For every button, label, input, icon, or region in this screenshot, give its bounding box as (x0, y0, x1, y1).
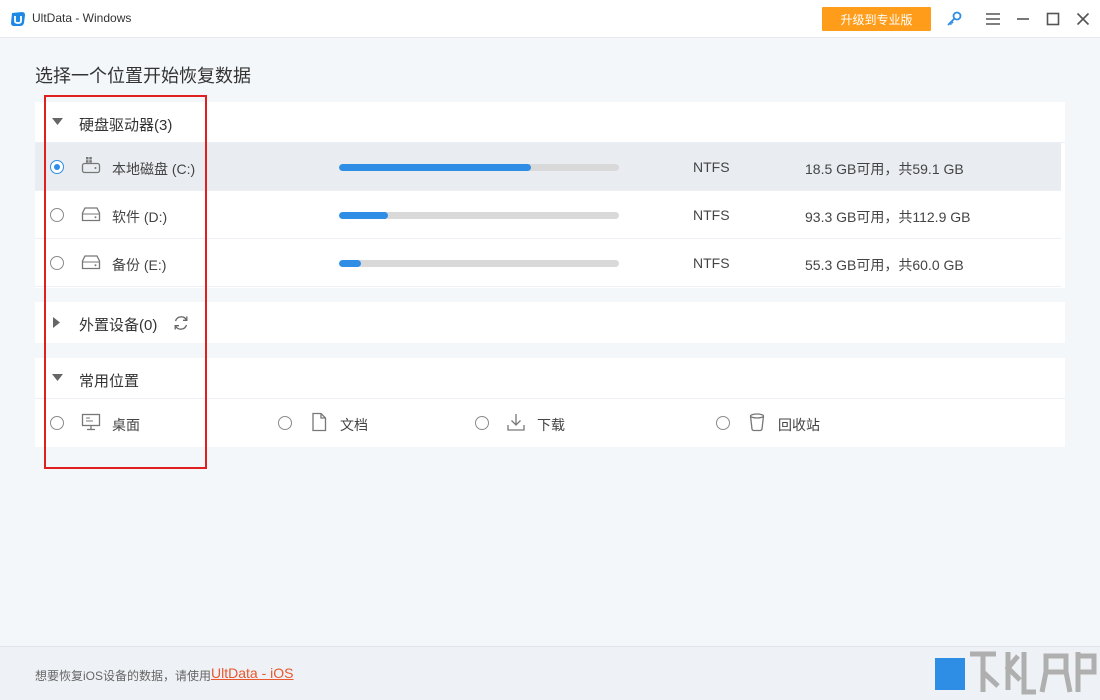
drive-filesystem: NTFS (693, 159, 730, 175)
upgrade-button[interactable]: 升级到专业版 (822, 7, 931, 31)
windows-drive-icon (81, 157, 101, 174)
location-radio[interactable] (50, 416, 64, 430)
footer-text: 想要恢复iOS设备的数据，请使用 (35, 669, 212, 683)
key-icon[interactable] (944, 9, 964, 29)
common-section-header[interactable]: 常用位置 (35, 358, 1065, 399)
location-label: 桌面 (112, 417, 140, 433)
location-label: 文档 (340, 417, 368, 433)
drive-space: 18.5 GB可用，共59.1 GB (805, 161, 964, 177)
location-label: 回收站 (778, 417, 820, 433)
external-header-label: 外置设备(0) (79, 317, 158, 334)
drive-space: 93.3 GB可用，共112.9 GB (805, 209, 971, 225)
title-bar: UltData - Windows 升级到专业版 (0, 0, 1100, 38)
ultdata-logo-icon (11, 12, 25, 26)
document-icon (312, 412, 327, 432)
drive-usage-fill (339, 164, 532, 171)
external-section-header[interactable]: 外置设备(0) (35, 302, 1065, 343)
download-icon (507, 414, 525, 431)
app-title: UltData - Windows (32, 11, 132, 25)
monitor-icon (81, 413, 101, 431)
drive-usage-fill (339, 260, 361, 267)
expand-triangle-icon[interactable] (53, 317, 61, 328)
drive-filesystem: NTFS (693, 207, 730, 223)
drive-row-c[interactable]: 本地磁盘 (C:) NTFS 18.5 GB可用，共59.1 GB (35, 143, 1061, 191)
drive-usage-bar (339, 212, 619, 219)
common-header-label: 常用位置 (79, 373, 140, 390)
drive-filesystem: NTFS (693, 255, 730, 271)
scan-button[interactable] (935, 658, 965, 690)
collapse-triangle-icon[interactable] (52, 118, 63, 126)
drives-section-header[interactable]: 硬盘驱动器(3) (35, 102, 1065, 143)
footer: 想要恢复iOS设备的数据，请使用 UltData - iOS (0, 646, 1100, 700)
drive-space: 55.3 GB可用，共60.0 GB (805, 257, 964, 273)
close-icon[interactable] (1073, 9, 1093, 29)
location-label: 下载 (537, 417, 565, 433)
common-locations-section: 常用位置 桌面 文档 下载 回收站 (35, 358, 1065, 447)
drive-icon (81, 255, 101, 270)
location-radio[interactable] (278, 416, 292, 430)
drive-radio[interactable] (50, 256, 64, 270)
ultdata-ios-link[interactable]: UltData - iOS (211, 665, 293, 681)
drive-usage-fill (339, 212, 388, 219)
collapse-triangle-icon[interactable] (52, 374, 63, 382)
location-radio[interactable] (716, 416, 730, 430)
drive-name: 备份 (E:) (112, 257, 167, 273)
recycle-bin-icon (749, 413, 765, 432)
drives-section: 硬盘驱动器(3) 本地磁盘 (C:) NTFS 18.5 GB可用，共59.1 … (35, 102, 1065, 288)
external-section: 外置设备(0) (35, 302, 1065, 343)
drive-usage-bar (339, 164, 619, 171)
drive-radio[interactable] (50, 160, 64, 174)
minimize-icon[interactable] (1013, 9, 1033, 29)
drive-name: 软件 (D:) (112, 209, 168, 225)
maximize-icon[interactable] (1043, 9, 1063, 29)
site-watermark-logo (970, 651, 1097, 695)
drive-name: 本地磁盘 (C:) (112, 161, 196, 177)
refresh-icon[interactable] (172, 314, 190, 332)
location-radio[interactable] (475, 416, 489, 430)
drive-row-e[interactable]: 备份 (E:) NTFS 55.3 GB可用，共60.0 GB (35, 239, 1061, 287)
page-title: 选择一个位置开始恢复数据 (35, 66, 251, 86)
menu-icon[interactable] (983, 9, 1003, 29)
drives-header-label: 硬盘驱动器(3) (79, 117, 173, 134)
drive-usage-bar (339, 260, 619, 267)
drive-radio[interactable] (50, 208, 64, 222)
drive-icon (81, 207, 101, 222)
drive-row-d[interactable]: 软件 (D:) NTFS 93.3 GB可用，共112.9 GB (35, 191, 1061, 239)
